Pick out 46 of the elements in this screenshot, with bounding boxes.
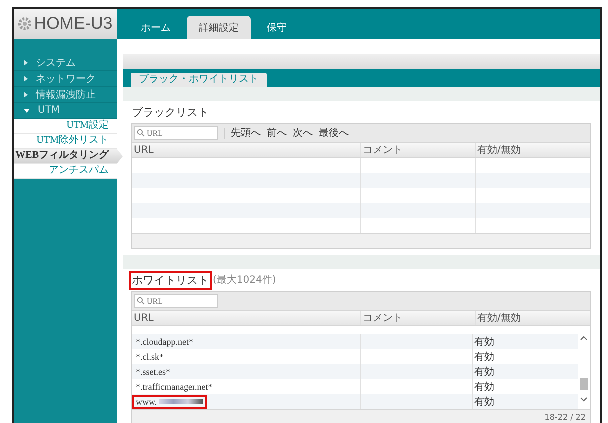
sidebar-subitem[interactable]: アンチスパム xyxy=(14,164,117,179)
status-cell-text: 有効 xyxy=(474,366,494,378)
redacted-block xyxy=(159,399,204,404)
status-cell-text: 有効 xyxy=(474,336,494,348)
pager-link[interactable]: 前へ xyxy=(267,126,287,140)
search-icon xyxy=(137,129,145,137)
content-tab[interactable]: ブラック・ホワイトリスト xyxy=(131,73,267,87)
nav-tab[interactable]: ホーム xyxy=(129,16,183,39)
sidebar-subitem[interactable]: UTM設定 xyxy=(14,119,117,134)
record-count: 18-22 / 22 xyxy=(544,412,586,422)
section-title: ホワイトリスト xyxy=(131,272,210,288)
column-header: URL xyxy=(132,311,361,325)
down-triangle-icon xyxy=(24,108,30,112)
sidebar-subitem[interactable]: UTM除外リスト xyxy=(14,134,117,149)
column-header: 有効/無効 xyxy=(476,144,522,157)
pager-link[interactable]: 先頭へ xyxy=(231,126,261,140)
column-header: コメント xyxy=(361,311,476,325)
column-header: URL xyxy=(132,143,361,157)
sidebar-item[interactable]: システム xyxy=(14,55,117,71)
logo-text: HOME-U3 xyxy=(34,14,113,34)
status-cell-text: 有効 xyxy=(474,396,494,408)
column-header: コメント xyxy=(361,143,476,157)
sidebar-item[interactable]: 情報漏洩防止 xyxy=(14,87,117,103)
sidebar-subitem[interactable]: WEBフィルタリング xyxy=(14,149,123,164)
right-triangle-icon xyxy=(24,60,28,66)
url-cell-text: *.cloudapp.net* xyxy=(135,336,194,346)
url-cell-text: *.trafficmanager.net* xyxy=(135,382,214,392)
search-icon xyxy=(137,297,145,305)
status-cell-text: 有効 xyxy=(474,350,494,364)
column-header: 有効/無効 xyxy=(476,312,522,325)
gear-icon xyxy=(18,17,32,31)
url-cell: www. xyxy=(134,396,206,406)
right-triangle-icon xyxy=(24,92,28,98)
right-triangle-icon xyxy=(24,76,28,82)
pager-link[interactable]: 次へ xyxy=(293,126,313,140)
status-cell-text: 有効 xyxy=(474,380,494,394)
nav-tab[interactable]: 詳細設定 xyxy=(187,16,251,39)
url-cell-text: *.sset.es* xyxy=(135,366,172,376)
search-field[interactable]: URL xyxy=(134,126,218,140)
sidebar-item[interactable]: ネットワーク xyxy=(14,71,117,87)
pager-link[interactable]: 最後へ xyxy=(319,126,349,140)
nav-tab[interactable]: 保守 xyxy=(255,16,299,39)
search-field[interactable]: URL xyxy=(134,294,218,308)
limit-note: (最大1024件) xyxy=(213,274,276,287)
section-title: ブラックリスト xyxy=(131,104,210,120)
url-cell-text: *.cl.sk* xyxy=(135,352,165,362)
